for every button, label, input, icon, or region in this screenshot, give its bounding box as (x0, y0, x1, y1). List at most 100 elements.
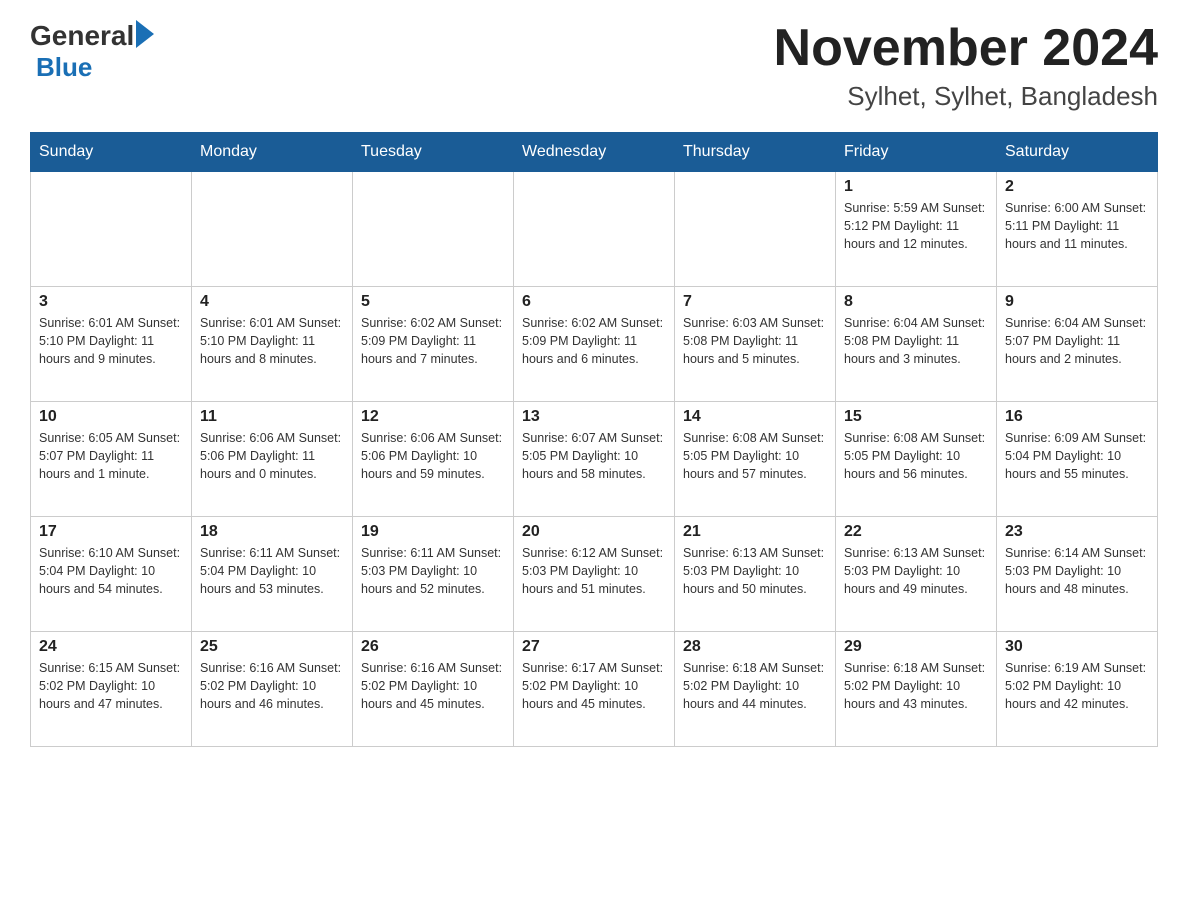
cell-w2-d1: 11Sunrise: 6:06 AM Sunset: 5:06 PM Dayli… (192, 402, 353, 517)
calendar-title: November 2024 (774, 20, 1158, 77)
day-number-2: 2 (1005, 178, 1149, 196)
logo-blue-text: Blue (36, 52, 92, 83)
day-number-22: 22 (844, 523, 988, 541)
cell-w2-d3: 13 Sunrise: 6:07 AM Sunset: 5:05 PM Dayli… (514, 402, 675, 517)
cell-w4-d4: 28 Sunrise: 6:18 AM Sunset: 5:02 PM Dayli… (675, 632, 836, 747)
day-info-25: Sunrise: 6:16 AM Sunset: 5:02 PM Dayligh… (200, 659, 344, 713)
day-number-28: 28 (683, 638, 827, 656)
cell-w4-d1: 25 Sunrise: 6:16 AM Sunset: 5:02 PM Dayli… (192, 632, 353, 747)
day-info-16: Sunrise: 6:09 AM Sunset: 5:04 PM Dayligh… (1005, 429, 1149, 483)
day-info-19: Sunrise: 6:11 AM Sunset: 5:03 PM Dayligh… (361, 544, 505, 598)
day-number-1: 1 (844, 178, 988, 196)
cell-w3-d5: 22 Sunrise: 6:13 AM Sunset: 5:03 PM Dayli… (836, 517, 997, 632)
day-info-28: Sunrise: 6:18 AM Sunset: 5:02 PM Dayligh… (683, 659, 827, 713)
day-number-17: 17 (39, 523, 183, 541)
day-info-5: Sunrise: 6:02 AM Sunset: 5:09 PM Dayligh… (361, 314, 505, 368)
cell-w3-d4: 21Sunrise: 6:13 AM Sunset: 5:03 PM Dayli… (675, 517, 836, 632)
cell-w2-d6: 16Sunrise: 6:09 AM Sunset: 5:04 PM Dayli… (997, 402, 1158, 517)
day-info-12: Sunrise: 6:06 AM Sunset: 5:06 PM Dayligh… (361, 429, 505, 483)
logo-general-text: General (30, 20, 134, 52)
cell-w0-d2 (353, 172, 514, 287)
day-number-5: 5 (361, 293, 505, 311)
col-thursday: Thursday (675, 133, 836, 172)
day-number-30: 30 (1005, 638, 1149, 656)
day-info-20: Sunrise: 6:12 AM Sunset: 5:03 PM Dayligh… (522, 544, 666, 598)
cell-w1-d6: 9Sunrise: 6:04 AM Sunset: 5:07 PM Daylig… (997, 287, 1158, 402)
day-number-11: 11 (200, 408, 344, 426)
logo-arrow-icon (136, 20, 154, 48)
day-info-3: Sunrise: 6:01 AM Sunset: 5:10 PM Dayligh… (39, 314, 183, 368)
day-info-29: Sunrise: 6:18 AM Sunset: 5:02 PM Dayligh… (844, 659, 988, 713)
logo: General Blue (30, 20, 154, 83)
day-number-10: 10 (39, 408, 183, 426)
week-row-1: 3 Sunrise: 6:01 AM Sunset: 5:10 PM Daylig… (31, 287, 1158, 402)
cell-w0-d6: 2 Sunrise: 6:00 AM Sunset: 5:11 PM Daylig… (997, 172, 1158, 287)
cell-w4-d5: 29 Sunrise: 6:18 AM Sunset: 5:02 PM Dayli… (836, 632, 997, 747)
cell-w4-d6: 30Sunrise: 6:19 AM Sunset: 5:02 PM Dayli… (997, 632, 1158, 747)
day-number-7: 7 (683, 293, 827, 311)
day-info-17: Sunrise: 6:10 AM Sunset: 5:04 PM Dayligh… (39, 544, 183, 598)
cell-w4-d0: 24 Sunrise: 6:15 AM Sunset: 5:02 PM Dayli… (31, 632, 192, 747)
cell-w0-d4 (675, 172, 836, 287)
cell-w3-d3: 20 Sunrise: 6:12 AM Sunset: 5:03 PM Dayli… (514, 517, 675, 632)
day-info-15: Sunrise: 6:08 AM Sunset: 5:05 PM Dayligh… (844, 429, 988, 483)
day-info-2: Sunrise: 6:00 AM Sunset: 5:11 PM Dayligh… (1005, 199, 1149, 253)
day-info-22: Sunrise: 6:13 AM Sunset: 5:03 PM Dayligh… (844, 544, 988, 598)
col-tuesday: Tuesday (353, 133, 514, 172)
day-number-19: 19 (361, 523, 505, 541)
cell-w2-d2: 12 Sunrise: 6:06 AM Sunset: 5:06 PM Dayli… (353, 402, 514, 517)
day-number-23: 23 (1005, 523, 1149, 541)
cell-w1-d5: 8Sunrise: 6:04 AM Sunset: 5:08 PM Daylig… (836, 287, 997, 402)
cell-w3-d1: 18Sunrise: 6:11 AM Sunset: 5:04 PM Dayli… (192, 517, 353, 632)
cell-w2-d4: 14 Sunrise: 6:08 AM Sunset: 5:05 PM Dayli… (675, 402, 836, 517)
calendar-header-row: Sunday Monday Tuesday Wednesday Thursday… (31, 133, 1158, 172)
day-number-14: 14 (683, 408, 827, 426)
cell-w0-d5: 1 Sunrise: 5:59 AM Sunset: 5:12 PM Daylig… (836, 172, 997, 287)
day-number-3: 3 (39, 293, 183, 311)
col-wednesday: Wednesday (514, 133, 675, 172)
day-info-24: Sunrise: 6:15 AM Sunset: 5:02 PM Dayligh… (39, 659, 183, 713)
col-saturday: Saturday (997, 133, 1158, 172)
day-info-1: Sunrise: 5:59 AM Sunset: 5:12 PM Dayligh… (844, 199, 988, 253)
cell-w2-d5: 15Sunrise: 6:08 AM Sunset: 5:05 PM Dayli… (836, 402, 997, 517)
col-monday: Monday (192, 133, 353, 172)
day-info-4: Sunrise: 6:01 AM Sunset: 5:10 PM Dayligh… (200, 314, 344, 368)
day-number-27: 27 (522, 638, 666, 656)
cell-w3-d0: 17 Sunrise: 6:10 AM Sunset: 5:04 PM Dayli… (31, 517, 192, 632)
cell-w1-d4: 7 Sunrise: 6:03 AM Sunset: 5:08 PM Daylig… (675, 287, 836, 402)
day-info-23: Sunrise: 6:14 AM Sunset: 5:03 PM Dayligh… (1005, 544, 1149, 598)
day-info-7: Sunrise: 6:03 AM Sunset: 5:08 PM Dayligh… (683, 314, 827, 368)
day-info-14: Sunrise: 6:08 AM Sunset: 5:05 PM Dayligh… (683, 429, 827, 483)
day-info-13: Sunrise: 6:07 AM Sunset: 5:05 PM Dayligh… (522, 429, 666, 483)
day-number-24: 24 (39, 638, 183, 656)
cell-w1-d0: 3 Sunrise: 6:01 AM Sunset: 5:10 PM Daylig… (31, 287, 192, 402)
day-number-29: 29 (844, 638, 988, 656)
cell-w4-d2: 26 Sunrise: 6:16 AM Sunset: 5:02 PM Dayli… (353, 632, 514, 747)
cell-w1-d1: 4 Sunrise: 6:01 AM Sunset: 5:10 PM Daylig… (192, 287, 353, 402)
col-friday: Friday (836, 133, 997, 172)
day-number-12: 12 (361, 408, 505, 426)
day-info-27: Sunrise: 6:17 AM Sunset: 5:02 PM Dayligh… (522, 659, 666, 713)
page-header: General Blue November 2024 Sylhet, Sylhe… (30, 20, 1158, 112)
cell-w1-d2: 5 Sunrise: 6:02 AM Sunset: 5:09 PM Daylig… (353, 287, 514, 402)
cell-w3-d2: 19 Sunrise: 6:11 AM Sunset: 5:03 PM Dayli… (353, 517, 514, 632)
week-row-4: 24 Sunrise: 6:15 AM Sunset: 5:02 PM Dayli… (31, 632, 1158, 747)
cell-w4-d3: 27 Sunrise: 6:17 AM Sunset: 5:02 PM Dayli… (514, 632, 675, 747)
day-info-21: Sunrise: 6:13 AM Sunset: 5:03 PM Dayligh… (683, 544, 827, 598)
title-block: November 2024 Sylhet, Sylhet, Bangladesh (774, 20, 1158, 112)
week-row-2: 10 Sunrise: 6:05 AM Sunset: 5:07 PM Dayli… (31, 402, 1158, 517)
day-number-9: 9 (1005, 293, 1149, 311)
day-info-10: Sunrise: 6:05 AM Sunset: 5:07 PM Dayligh… (39, 429, 183, 483)
calendar-table: Sunday Monday Tuesday Wednesday Thursday… (30, 132, 1158, 747)
day-number-25: 25 (200, 638, 344, 656)
day-info-18: Sunrise: 6:11 AM Sunset: 5:04 PM Dayligh… (200, 544, 344, 598)
day-number-4: 4 (200, 293, 344, 311)
day-info-26: Sunrise: 6:16 AM Sunset: 5:02 PM Dayligh… (361, 659, 505, 713)
cell-w1-d3: 6Sunrise: 6:02 AM Sunset: 5:09 PM Daylig… (514, 287, 675, 402)
day-number-26: 26 (361, 638, 505, 656)
week-row-3: 17 Sunrise: 6:10 AM Sunset: 5:04 PM Dayli… (31, 517, 1158, 632)
day-number-13: 13 (522, 408, 666, 426)
day-number-20: 20 (522, 523, 666, 541)
cell-w0-d0 (31, 172, 192, 287)
day-number-8: 8 (844, 293, 988, 311)
